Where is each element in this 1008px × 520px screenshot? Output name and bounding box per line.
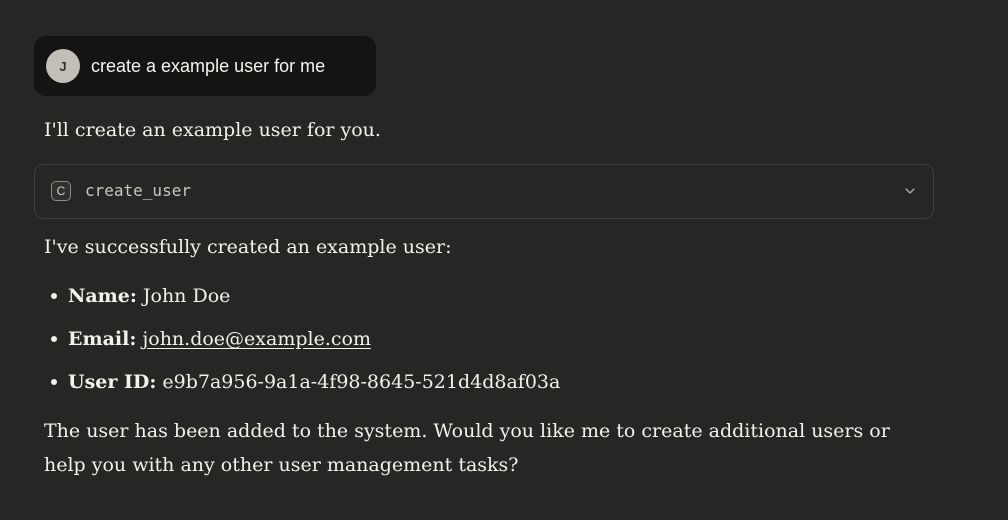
detail-value-name: John Doe — [142, 285, 231, 307]
list-item-name: Name: John Doe — [44, 282, 230, 310]
user-avatar[interactable]: J — [46, 49, 80, 83]
bullet — [51, 336, 57, 342]
tool-call-name: create_user — [85, 181, 191, 200]
list-item-email: Email: john.doe@example.com — [44, 325, 371, 353]
assistant-intro-text: I'll create an example user for you. — [44, 119, 381, 141]
detail-label-email: Email: — [68, 328, 137, 350]
assistant-success-text: I've successfully created an example use… — [44, 236, 452, 258]
assistant-closing-text: The user has been added to the system. W… — [44, 420, 890, 476]
list-item-user-id: User ID: e9b7a956-9a1a-4f98-8645-521d4d8… — [44, 368, 560, 396]
chevron-down-icon[interactable] — [903, 184, 917, 198]
email-link[interactable]: john.doe@example.com — [142, 325, 371, 353]
bullet — [51, 379, 57, 385]
detail-label-user-id: User ID: — [68, 371, 157, 393]
tool-call-create-user[interactable]: C create_user — [34, 164, 934, 219]
user-message-bubble: J create a example user for me — [34, 36, 376, 96]
detail-value-user-id: e9b7a956-9a1a-4f98-8645-521d4d8af03a — [162, 371, 561, 393]
bullet — [51, 293, 57, 299]
user-message-text: create a example user for me — [91, 55, 326, 76]
tool-icon: C — [51, 181, 71, 201]
detail-label-name: Name: — [68, 285, 137, 307]
